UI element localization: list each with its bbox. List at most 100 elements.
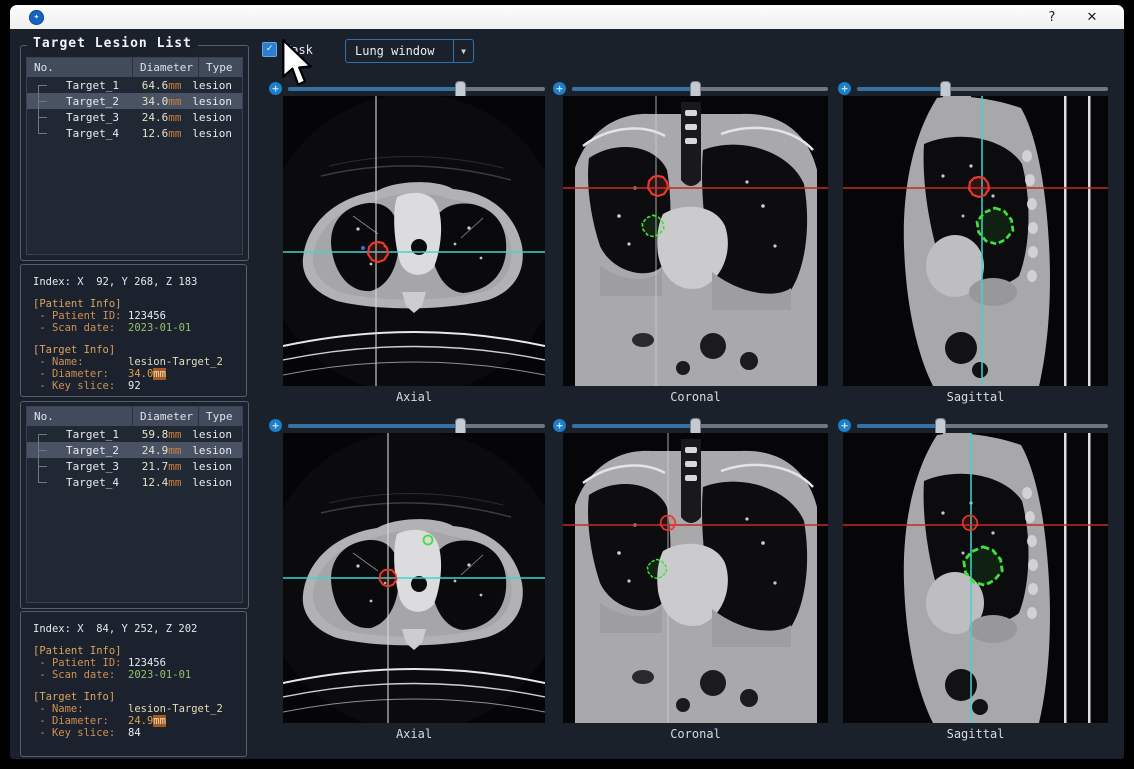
slider-fill [572,424,695,428]
target-diameter-label: - Diameter: [33,715,128,727]
slider-fill [857,424,940,428]
target-name-label: - Name: [33,356,128,368]
key-slice-value: 84 [128,727,141,739]
window-preset-value: Lung window [346,44,453,58]
table-row[interactable]: Target_4 12.4mm lesion [27,474,242,490]
row-name: Target_1 [53,79,135,92]
row-diameter: 12.6mm [135,127,192,140]
row-type: lesion [192,460,242,473]
sagittal-viewport-2[interactable] [843,433,1108,723]
lesion-contour-red [963,516,978,531]
patient-info-section: [Patient Info] [33,298,238,310]
plus-icon[interactable]: + [269,419,282,432]
row-diameter: 64.6mm [135,79,192,92]
slider-track[interactable] [857,424,1108,428]
row-name: Target_3 [53,460,135,473]
tree-branch-icon [27,125,53,141]
lesion-contour-red [969,177,989,197]
plus-icon[interactable]: + [553,82,566,95]
patient-id-value: 123456 [128,657,166,669]
slider-track[interactable] [572,424,828,428]
slider-track[interactable] [857,87,1108,91]
row-name: Target_3 [53,111,135,124]
scan-date-value: 2023-01-01 [128,322,191,334]
lesion-table-2: No. Diameter Type Target_1 59.8mm lesion… [26,406,243,603]
title-bar[interactable]: ✦ ? ✕ [10,5,1124,29]
marker-blue-dot [361,246,365,250]
plus-icon[interactable]: + [838,419,851,432]
coronal-viewport-2[interactable] [563,433,828,723]
patient-id-label: - Patient ID: [33,657,128,669]
table-row[interactable]: Target_1 59.8mm lesion [27,426,242,442]
key-slice-value: 92 [128,380,141,392]
chevron-down-icon[interactable]: ▼ [453,40,473,62]
slider-fill [857,87,945,91]
row-type: lesion [192,95,242,108]
col-type: Type [199,407,242,426]
row-diameter: 24.6mm [135,111,192,124]
app-icon: ✦ [29,10,44,25]
table-header: No. Diameter Type [27,407,242,426]
key-slice-label: - Key slice: [33,727,128,739]
table-row[interactable]: Target_2 24.9mm lesion [27,442,242,458]
row-name: Target_2 [53,95,135,108]
table-row[interactable]: Target_3 24.6mm lesion [27,109,242,125]
patient-id-label: - Patient ID: [33,310,128,322]
slider-track[interactable] [288,424,545,428]
tree-branch-icon [27,93,53,109]
target-diameter-value: 24.9 [128,715,153,727]
lesion-contour-red [661,516,676,531]
window-preset-dropdown[interactable]: Lung window ▼ [345,39,474,63]
lesion-table-1: No. Diameter Type Target_1 64.6mm lesion… [26,57,243,255]
patient-info-section: [Patient Info] [33,645,238,657]
scan-date-label: - Scan date: [33,322,128,334]
table-row[interactable]: Target_3 21.7mm lesion [27,458,242,474]
table-row[interactable]: Target_4 12.6mm lesion [27,125,242,141]
row-type: lesion [192,79,242,92]
target-diameter-unit: mm [153,715,166,727]
row-diameter: 24.9mm [135,444,192,457]
col-diameter: Diameter [133,407,199,426]
axial-viewport-2[interactable] [283,433,545,723]
slider-track[interactable] [572,87,828,91]
row-diameter: 21.7mm [135,460,192,473]
lesion-table-panel-2: No. Diameter Type Target_1 59.8mm lesion… [20,401,249,609]
tree-branch-icon [27,474,53,490]
col-type: Type [199,58,242,77]
lesion-contour-red [648,176,668,196]
target-info-section: [Target Info] [33,691,238,703]
mouse-cursor-icon [279,39,315,87]
col-no: No. [27,58,133,77]
sagittal-viewport-1[interactable] [843,96,1108,386]
col-no: No. [27,407,133,426]
plus-icon[interactable]: + [553,419,566,432]
close-button[interactable]: ✕ [1072,10,1112,25]
table-row[interactable]: Target_2 34.0mm lesion [27,93,242,109]
lesion-contour-red [380,570,397,587]
tree-branch-icon [27,77,53,93]
main-content: Target Lesion List No. Diameter Type Tar… [10,29,1124,759]
sagittal-label: Sagittal [843,727,1108,742]
group-title: Target Lesion List [27,36,198,51]
target-lesion-group: Target Lesion List No. Diameter Type Tar… [20,45,249,261]
row-name: Target_2 [53,444,135,457]
row-name: Target_4 [53,476,135,489]
app-window: ✦ ? ✕ Target Lesion List No. Diameter Ty… [10,5,1124,759]
table-row[interactable]: Target_1 64.6mm lesion [27,77,242,93]
plus-icon[interactable]: + [838,82,851,95]
scan-date-label: - Scan date: [33,669,128,681]
axial-viewport-1[interactable] [283,96,545,386]
slider-fill [572,87,695,91]
coronal-label: Coronal [563,727,828,742]
sagittal-label: Sagittal [843,390,1108,405]
col-diameter: Diameter [133,58,199,77]
row-type: lesion [192,444,242,457]
scan-date-value: 2023-01-01 [128,669,191,681]
slider-track[interactable] [288,87,545,91]
help-button[interactable]: ? [1032,10,1072,25]
slider-fill [288,424,460,428]
index-line: Index: X 92, Y 268, Z 183 [33,276,238,288]
coronal-viewport-1[interactable] [563,96,828,386]
mask-checkbox[interactable]: ✓ [262,42,277,57]
target-info-section: [Target Info] [33,344,238,356]
